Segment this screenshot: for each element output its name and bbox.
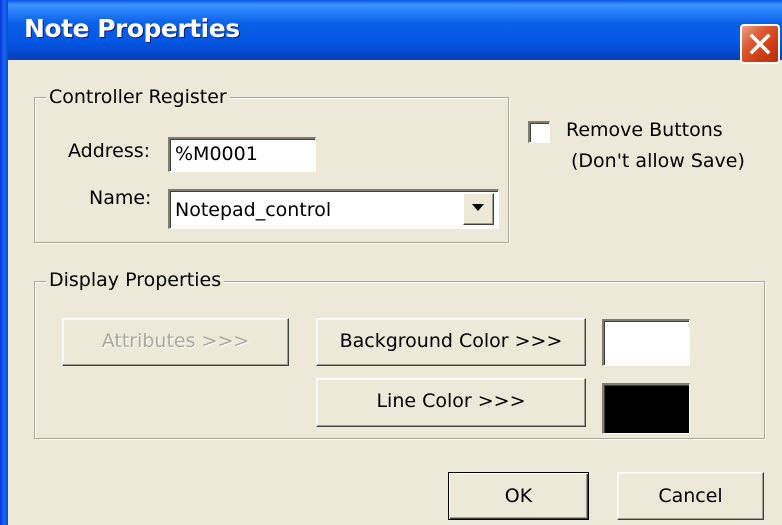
window-title: Note Properties xyxy=(24,14,240,43)
title-bar[interactable]: Note Properties xyxy=(0,0,782,64)
display-properties-legend: Display Properties xyxy=(46,269,225,291)
remove-buttons-label[interactable]: Remove Buttons xyxy=(566,119,723,141)
cancel-button[interactable]: Cancel xyxy=(617,472,764,520)
name-dropdown[interactable]: Notepad_control xyxy=(168,189,499,229)
line-color-swatch[interactable] xyxy=(602,383,690,434)
close-button[interactable] xyxy=(740,24,780,64)
name-label: Name: xyxy=(89,187,152,209)
window-left-border xyxy=(0,0,8,525)
remove-buttons-sublabel: (Don't allow Save) xyxy=(571,150,745,172)
line-color-button[interactable]: Line Color >>> xyxy=(316,378,586,427)
background-color-button[interactable]: Background Color >>> xyxy=(316,318,586,366)
attributes-button[interactable]: Attributes >>> xyxy=(62,318,289,366)
background-color-swatch[interactable] xyxy=(602,319,690,366)
address-label: Address: xyxy=(68,140,151,162)
controller-register-legend: Controller Register xyxy=(46,86,230,108)
address-field[interactable]: %M0001 xyxy=(168,137,316,172)
note-properties-dialog: Note Properties Controller Register Addr… xyxy=(0,0,782,525)
ok-button[interactable]: OK xyxy=(448,472,589,520)
name-dropdown-arrow[interactable] xyxy=(463,193,494,225)
remove-buttons-checkbox[interactable] xyxy=(528,121,550,143)
name-dropdown-value: Notepad_control xyxy=(175,199,332,221)
